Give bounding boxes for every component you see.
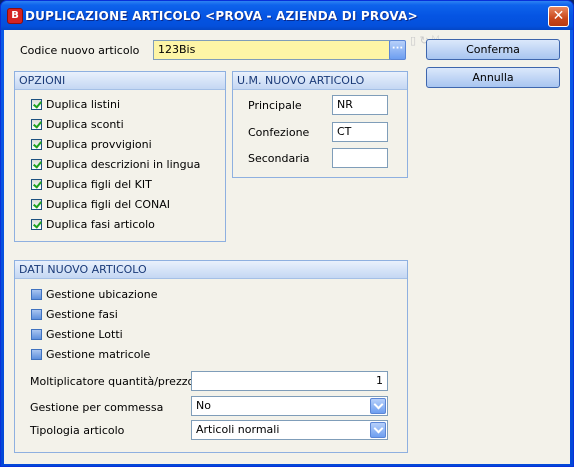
dialog-body: Codice nuovo articolo 123Bis ··· ▯ ↻ ᛞ C… xyxy=(4,30,570,464)
code-input[interactable]: 123Bis xyxy=(153,40,390,60)
app-icon: B xyxy=(7,8,23,24)
option-checkbox[interactable] xyxy=(31,119,42,130)
option-label[interactable]: Duplica sconti xyxy=(46,118,124,131)
confirm-label: Conferma xyxy=(466,43,520,56)
chevron-down-icon[interactable] xyxy=(370,398,386,414)
option-label[interactable]: Duplica provvigioni xyxy=(46,138,152,151)
multiplier-label: Moltiplicatore quantità/prezzo xyxy=(30,375,195,388)
tipologia-value: Articoli normali xyxy=(196,423,280,436)
confirm-button[interactable]: Conferma xyxy=(426,39,560,60)
um-title: U.M. NUOVO ARTICOLO xyxy=(233,72,407,90)
principale-label: Principale xyxy=(248,99,302,112)
cancel-label: Annulla xyxy=(472,71,514,84)
dati-check-label[interactable]: Gestione fasi xyxy=(46,308,118,321)
secondaria-label: Secondaria xyxy=(248,152,310,165)
commessa-label: Gestione per commessa xyxy=(30,401,164,414)
cancel-button[interactable]: Annulla xyxy=(426,67,560,88)
option-label[interactable]: Duplica figli del CONAI xyxy=(46,198,170,211)
tipologia-select[interactable]: Articoli normali xyxy=(191,420,388,440)
options-group: OPZIONI xyxy=(14,71,226,242)
option-label[interactable]: Duplica fasi articolo xyxy=(46,218,155,231)
dati-checkbox[interactable] xyxy=(31,309,42,320)
document-icon: ▯ xyxy=(410,34,417,47)
multiplier-input[interactable]: 1 xyxy=(191,371,388,391)
dati-checkbox[interactable] xyxy=(31,349,42,360)
option-checkbox[interactable] xyxy=(31,179,42,190)
secondaria-input[interactable] xyxy=(332,148,388,168)
close-button[interactable]: ✕ xyxy=(548,6,569,27)
confezione-input[interactable]: CT xyxy=(332,122,388,142)
commessa-value: No xyxy=(196,399,211,412)
option-checkbox[interactable] xyxy=(31,219,42,230)
dati-check-label[interactable]: Gestione matricole xyxy=(46,348,150,361)
dati-title: DATI NUOVO ARTICOLO xyxy=(15,261,407,279)
lookup-button[interactable]: ··· xyxy=(389,40,406,60)
principale-input[interactable]: NR xyxy=(332,95,388,115)
option-label[interactable]: Duplica listini xyxy=(46,98,120,111)
chevron-down-icon[interactable] xyxy=(370,422,386,438)
window-title: DUPLICAZIONE ARTICOLO <PROVA - AZIENDA D… xyxy=(25,9,418,23)
option-checkbox[interactable] xyxy=(31,159,42,170)
ellipsis-icon: ··· xyxy=(391,43,404,54)
confezione-label: Confezione xyxy=(248,126,310,139)
dati-check-label[interactable]: Gestione ubicazione xyxy=(46,288,157,301)
dialog-window: B DUPLICAZIONE ARTICOLO <PROVA - AZIENDA… xyxy=(0,0,574,467)
dati-checkbox[interactable] xyxy=(31,329,42,340)
option-label[interactable]: Duplica figli del KIT xyxy=(46,178,152,191)
dati-check-label[interactable]: Gestione Lotti xyxy=(46,328,123,341)
tipologia-label: Tipologia articolo xyxy=(30,424,125,437)
dati-checkbox[interactable] xyxy=(31,289,42,300)
option-checkbox[interactable] xyxy=(31,99,42,110)
options-title: OPZIONI xyxy=(15,72,225,90)
option-label[interactable]: Duplica descrizioni in lingua xyxy=(46,158,200,171)
option-checkbox[interactable] xyxy=(31,139,42,150)
option-checkbox[interactable] xyxy=(31,199,42,210)
code-label: Codice nuovo articolo xyxy=(20,44,140,57)
commessa-select[interactable]: No xyxy=(191,396,388,416)
title-bar[interactable]: B DUPLICAZIONE ARTICOLO <PROVA - AZIENDA… xyxy=(1,1,573,30)
